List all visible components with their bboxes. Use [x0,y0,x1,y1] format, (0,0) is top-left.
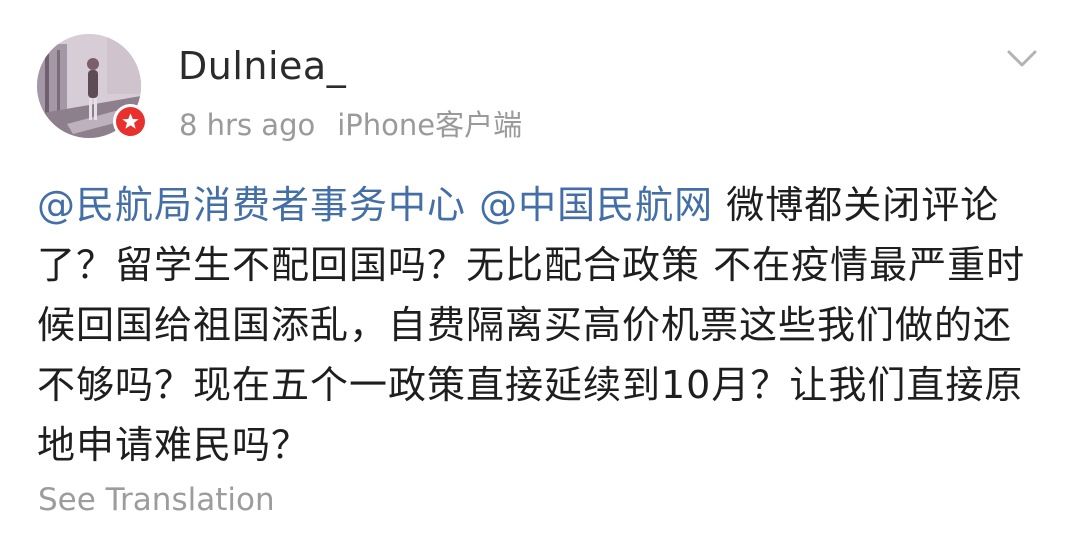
post-meta: 8 hrs ago iPhone客户端 [179,102,522,144]
post-content: @民航局消费者事务中心 @中国民航网 微博都关闭评论了？留学生不配回国吗？无比配… [37,175,1047,475]
star-badge-icon [113,104,148,139]
see-translation-link[interactable]: See Translation [38,482,275,518]
weibo-post: Dulniea_ 8 hrs ago iPhone客户端 @民航局消费者事务中心 … [0,0,1080,543]
post-time: 8 hrs ago [179,108,316,142]
mention-link[interactable]: @中国民航网 [479,183,713,227]
post-source: iPhone客户端 [337,108,523,142]
mention-link[interactable]: @民航局消费者事务中心 [37,183,466,227]
chevron-down-icon[interactable] [1006,48,1038,70]
username[interactable]: Dulniea_ [178,44,346,88]
